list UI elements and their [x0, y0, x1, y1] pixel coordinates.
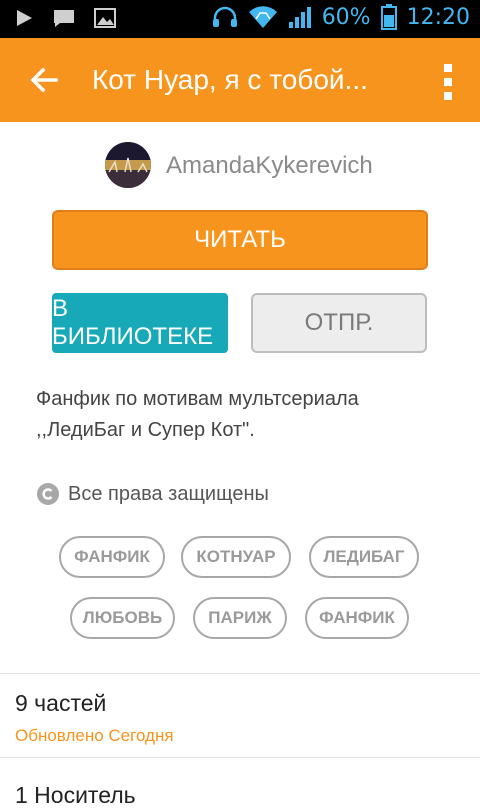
tag-chip[interactable]: КОТНУАР [181, 536, 291, 578]
system-icons: 60% 12:20 [212, 4, 470, 30]
signal-icon [288, 7, 311, 28]
image-icon [94, 8, 116, 28]
tag-chip[interactable]: ЛЮБОВЬ [70, 597, 175, 639]
send-button[interactable]: ОТПР. [251, 293, 427, 353]
read-button[interactable]: ЧИТАТЬ [52, 210, 428, 270]
story-title: Кот Нуар, я с тобой... [92, 64, 368, 95]
copyright-icon [37, 483, 59, 505]
message-icon [54, 10, 74, 27]
next-section-label[interactable]: 1 Носитель [15, 782, 136, 809]
battery-percent: 60% [321, 4, 371, 30]
author-row[interactable]: AmandaKykerevich [0, 140, 480, 192]
description-line-1: Фанфик по мотивам мультсериала [36, 388, 359, 410]
tag-chip[interactable]: ФАНФИК [59, 536, 165, 578]
tag-chip[interactable]: ЛЕДИБАГ [309, 536, 419, 578]
clock: 12:20 [406, 4, 470, 30]
headphones-icon [212, 6, 237, 27]
status-bar: 60% 12:20 [0, 0, 480, 38]
updated-label: Обновлено Сегодня [15, 726, 174, 745]
notification-icons [14, 8, 116, 28]
wifi-icon [248, 6, 277, 29]
story-description: Фанфик по мотивам мультсериала ,,ЛедиБаг… [36, 384, 456, 446]
parts-count[interactable]: 9 частей [15, 690, 106, 717]
battery-icon [380, 4, 397, 30]
app-bar: Кот Нуар, я с тобой... [0, 38, 480, 122]
back-arrow-icon[interactable] [26, 62, 62, 98]
avatar[interactable] [105, 142, 151, 188]
description-line-2: ,,ЛедиБаг и Супер Кот". [36, 419, 255, 441]
copyright-label: Все права защищены [68, 482, 269, 505]
in-library-button[interactable]: В БИБЛИОТЕКЕ [52, 293, 228, 353]
copyright-row: Все права защищены [36, 480, 269, 508]
more-vert-icon[interactable] [440, 62, 456, 102]
author-name[interactable]: AmandaKykerevich [166, 152, 373, 180]
divider [0, 673, 480, 674]
tag-chip[interactable]: ПАРИЖ [193, 597, 287, 639]
divider [0, 757, 480, 758]
tag-chip[interactable]: ФАНФИК [305, 597, 409, 639]
play-icon [17, 10, 32, 26]
